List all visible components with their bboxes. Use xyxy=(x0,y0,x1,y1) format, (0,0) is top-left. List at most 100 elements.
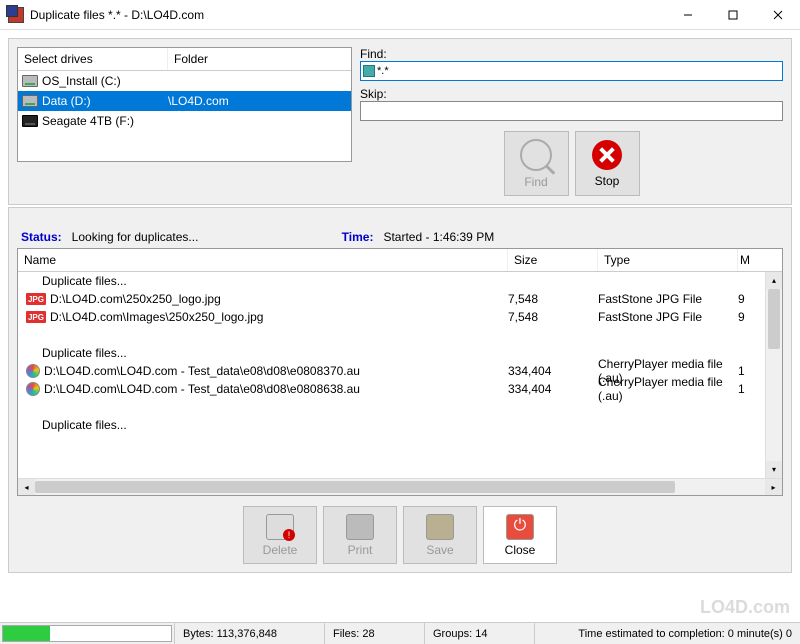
group-row: Duplicate files... xyxy=(18,416,765,434)
drives-header: Select drives Folder xyxy=(18,48,351,71)
eta-text: Time estimated to completion: 0 minute(s… xyxy=(578,628,792,640)
jpg-icon: JPG xyxy=(26,293,46,305)
power-icon xyxy=(506,514,534,540)
skip-label: Skip: xyxy=(360,87,783,101)
file-size: 7,548 xyxy=(508,292,598,306)
close-label: Close xyxy=(505,543,536,557)
results-list[interactable]: Name Size Type M Duplicate files... JPG D:… xyxy=(17,248,783,496)
save-button[interactable]: Save xyxy=(403,506,477,564)
file-m: 9 xyxy=(738,310,756,324)
delete-button[interactable]: Delete xyxy=(243,506,317,564)
drive-icon xyxy=(22,115,38,127)
files-value: 28 xyxy=(362,628,374,640)
bottom-toolbar: Delete Print Save Close xyxy=(17,506,783,564)
stop-button[interactable]: Stop xyxy=(575,131,640,196)
drive-row[interactable]: Data (D:) \LO4D.com xyxy=(18,91,351,111)
window-controls xyxy=(665,0,800,29)
col-type[interactable]: Type xyxy=(598,249,738,271)
group-label: Duplicate files... xyxy=(22,418,508,432)
wildcard-icon xyxy=(363,65,375,77)
find-value: *.* xyxy=(377,65,389,77)
search-icon xyxy=(520,139,552,171)
window-title: Duplicate files *.* - D:\LO4D.com xyxy=(30,8,665,22)
stop-icon xyxy=(592,140,622,170)
file-type: FastStone JPG File xyxy=(598,310,738,324)
bytes-label: Bytes: xyxy=(183,628,214,640)
file-name: D:\LO4D.com\250x250_logo.jpg xyxy=(50,292,221,306)
file-name: D:\LO4D.com\Images\250x250_logo.jpg xyxy=(50,310,263,324)
scroll-right-icon[interactable]: ▸ xyxy=(765,479,782,495)
drive-folder: \LO4D.com xyxy=(168,94,347,108)
file-type: CherryPlayer media file (.au) xyxy=(598,375,738,403)
file-type: FastStone JPG File xyxy=(598,292,738,306)
col-size[interactable]: Size xyxy=(508,249,598,271)
scroll-left-icon[interactable]: ◂ xyxy=(18,479,35,495)
minimize-button[interactable] xyxy=(665,0,710,29)
horizontal-scrollbar[interactable]: ◂ ▸ xyxy=(18,478,782,495)
results-panel: Status: Looking for duplicates... Time: … xyxy=(8,207,792,573)
progress-fill xyxy=(3,626,50,641)
progress-bar xyxy=(2,625,172,642)
scroll-up-icon[interactable]: ▴ xyxy=(766,272,782,289)
drive-name: Data (D:) xyxy=(42,94,91,108)
drive-name: Seagate 4TB (F:) xyxy=(42,114,134,128)
drive-icon xyxy=(22,95,38,107)
delete-label: Delete xyxy=(263,543,298,557)
file-size: 334,404 xyxy=(508,382,598,396)
drives-header-select[interactable]: Select drives xyxy=(18,48,168,70)
find-button[interactable]: Find xyxy=(504,131,569,196)
search-fields: Find: *.* Skip: Find Stop xyxy=(360,47,783,196)
close-window-button[interactable] xyxy=(755,0,800,29)
scroll-thumb[interactable] xyxy=(768,289,780,349)
titlebar: Duplicate files *.* - D:\LO4D.com xyxy=(0,0,800,30)
drives-list[interactable]: Select drives Folder OS_Install (C:) Data… xyxy=(17,47,352,162)
skip-input[interactable] xyxy=(360,101,783,121)
group-label: Duplicate files... xyxy=(22,346,508,360)
scroll-down-icon[interactable]: ▾ xyxy=(766,461,782,478)
file-size: 7,548 xyxy=(508,310,598,324)
col-name[interactable]: Name xyxy=(18,249,508,271)
groups-label: Groups: xyxy=(433,628,472,640)
scroll-thumb-h[interactable] xyxy=(35,481,675,493)
file-name: D:\LO4D.com\LO4D.com - Test_data\e08\d08… xyxy=(44,382,360,396)
media-icon xyxy=(26,382,40,396)
print-label: Print xyxy=(348,543,373,557)
spacer-row xyxy=(18,326,765,344)
app-icon xyxy=(8,7,24,23)
file-row[interactable]: D:\LO4D.com\LO4D.com - Test_data\e08\d08… xyxy=(18,380,765,398)
file-m: 1 xyxy=(738,364,756,378)
results-header: Name Size Type M xyxy=(18,249,782,272)
col-m[interactable]: M xyxy=(738,249,756,271)
media-icon xyxy=(26,364,40,378)
drive-name: OS_Install (C:) xyxy=(42,74,121,88)
file-row[interactable]: JPG D:\LO4D.com\250x250_logo.jpg 7,548Fast… xyxy=(18,290,765,308)
bytes-value: 113,376,848 xyxy=(217,628,277,640)
printer-icon xyxy=(346,514,374,540)
drives-header-folder[interactable]: Folder xyxy=(168,48,351,70)
save-label: Save xyxy=(426,543,453,557)
search-panel: Select drives Folder OS_Install (C:) Data… xyxy=(8,38,792,205)
find-input[interactable]: *.* xyxy=(360,61,783,81)
file-m: 1 xyxy=(738,382,756,396)
drive-icon xyxy=(22,75,38,87)
jpg-icon: JPG xyxy=(26,311,46,323)
print-button[interactable]: Print xyxy=(323,506,397,564)
find-label: Find: xyxy=(360,47,783,61)
progress-cell xyxy=(0,623,175,644)
time-label: Time: xyxy=(342,230,374,244)
stop-button-label: Stop xyxy=(595,174,620,188)
file-row[interactable]: JPG D:\LO4D.com\Images\250x250_logo.jpg 7,… xyxy=(18,308,765,326)
drive-row[interactable]: OS_Install (C:) xyxy=(18,71,351,91)
files-label: Files: xyxy=(333,628,359,640)
find-button-label: Find xyxy=(524,175,547,189)
drive-row[interactable]: Seagate 4TB (F:) xyxy=(18,111,351,131)
vertical-scrollbar[interactable]: ▴ ▾ xyxy=(765,272,782,478)
close-button[interactable]: Close xyxy=(483,506,557,564)
time-text: Started - 1:46:39 PM xyxy=(383,230,494,244)
status-label: Status: xyxy=(21,230,62,244)
statusbar: Bytes: 113,376,848 Files: 28 Groups: 14 … xyxy=(0,622,800,644)
group-row: Duplicate files... xyxy=(18,272,765,290)
group-label: Duplicate files... xyxy=(22,274,508,288)
maximize-button[interactable] xyxy=(710,0,755,29)
file-m: 9 xyxy=(738,292,756,306)
